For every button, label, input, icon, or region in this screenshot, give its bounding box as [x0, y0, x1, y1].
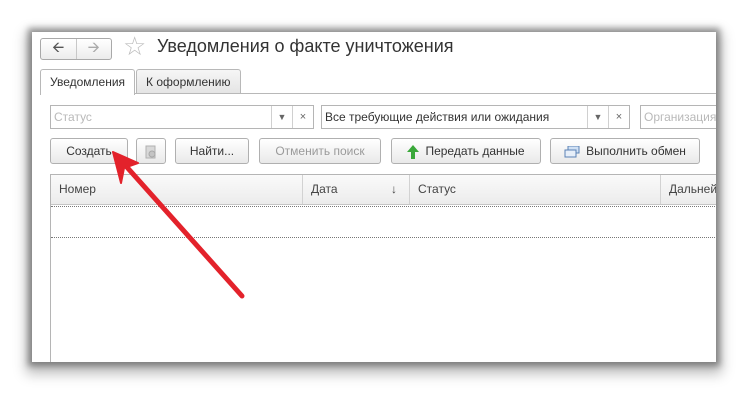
- copy-document-icon: [145, 145, 156, 159]
- arrow-left-icon: 🡨: [52, 38, 65, 56]
- actions-filter[interactable]: Все требующие действия или ожидания ▼ ×: [321, 105, 630, 129]
- triangle-down-icon: ▼: [593, 112, 603, 122]
- copy-button[interactable]: [136, 138, 166, 164]
- arrow-up-icon: [407, 144, 420, 159]
- organization-filter[interactable]: Организация: [640, 105, 716, 129]
- sort-descending-icon: ↓: [391, 182, 397, 196]
- notifications-table: Номер Дата ↓ Статус Дальней: [50, 174, 716, 362]
- close-icon: ×: [299, 111, 307, 123]
- exchange-label: Выполнить обмен: [586, 144, 686, 158]
- actions-dropdown-button[interactable]: ▼: [587, 106, 608, 128]
- tab-divider: [40, 93, 716, 94]
- column-header-status[interactable]: Статус: [410, 175, 661, 204]
- back-button[interactable]: 🡨: [41, 39, 76, 59]
- status-filter-input[interactable]: Статус: [51, 106, 271, 128]
- tab-notifications[interactable]: Уведомления: [40, 69, 136, 95]
- column-header-date[interactable]: Дата ↓: [303, 175, 410, 204]
- arrow-right-icon: 🡪: [87, 38, 100, 56]
- send-data-button[interactable]: Передать данные: [391, 138, 541, 164]
- tab-to-process[interactable]: К оформлению: [136, 69, 241, 94]
- triangle-down-icon: ▼: [277, 112, 287, 122]
- exchange-icon: [564, 145, 580, 158]
- nav-buttons: 🡨 🡪: [40, 38, 112, 60]
- status-dropdown-button[interactable]: ▼: [271, 106, 292, 128]
- app-window: 🡨 🡪 ☆ Уведомления о факте уничтожения Ув…: [32, 32, 716, 362]
- actions-clear-button[interactable]: ×: [608, 106, 629, 128]
- status-filter[interactable]: Статус ▼ ×: [50, 105, 314, 129]
- tab-bar: Уведомления К оформлению: [40, 69, 242, 95]
- close-icon: ×: [615, 111, 623, 123]
- organization-filter-input[interactable]: Организация: [641, 106, 716, 128]
- cancel-search-button[interactable]: Отменить поиск: [259, 138, 381, 164]
- forward-button[interactable]: 🡪: [75, 38, 112, 59]
- column-header-number[interactable]: Номер: [51, 175, 303, 204]
- exchange-button[interactable]: Выполнить обмен: [550, 138, 700, 164]
- send-data-label: Передать данные: [425, 144, 525, 158]
- status-clear-button[interactable]: ×: [292, 106, 313, 128]
- actions-filter-input[interactable]: Все требующие действия или ожидания: [322, 106, 587, 128]
- column-header-further[interactable]: Дальней: [661, 175, 716, 204]
- table-row-selected[interactable]: [51, 206, 716, 238]
- find-button[interactable]: Найти...: [175, 138, 249, 164]
- table-header: Номер Дата ↓ Статус Дальней: [51, 175, 716, 205]
- create-button[interactable]: Создать: [50, 138, 128, 164]
- page-title: Уведомления о факте уничтожения: [157, 36, 454, 56]
- star-icon[interactable]: ☆: [123, 33, 146, 59]
